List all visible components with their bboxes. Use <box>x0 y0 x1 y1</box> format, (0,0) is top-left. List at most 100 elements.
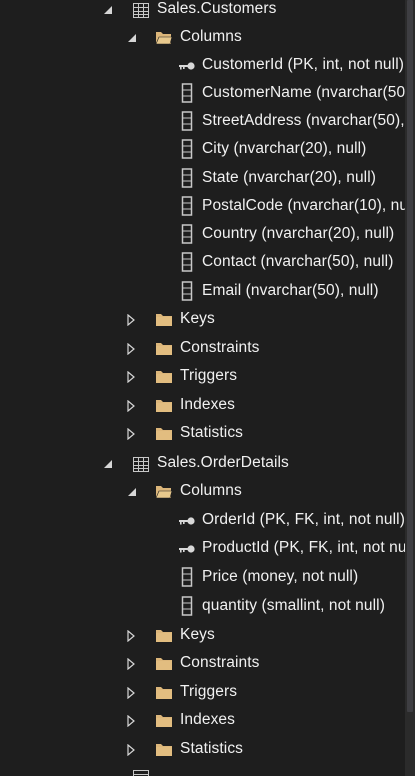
column-icon <box>178 196 196 216</box>
key-icon <box>178 512 196 530</box>
collapsed-arrow-icon[interactable] <box>124 370 138 384</box>
collapsed-arrow-icon[interactable] <box>124 657 138 671</box>
column-label: CustomerName (nvarchar(50), <box>202 84 415 101</box>
folder-icon <box>155 397 173 415</box>
tree-node-constraints[interactable]: Constraints <box>0 335 405 363</box>
collapsed-arrow-icon[interactable] <box>124 714 138 728</box>
expanded-arrow-icon[interactable] <box>125 31 139 45</box>
table-icon <box>132 768 150 776</box>
column-icon <box>178 83 196 103</box>
column-label: CustomerId (PK, int, not null) <box>202 56 404 73</box>
columns-label: Columns <box>180 482 242 499</box>
folder-open-icon <box>155 29 173 47</box>
tree-node-keys[interactable]: Keys <box>0 306 405 334</box>
folder-icon <box>155 425 173 443</box>
folder-icon <box>155 684 173 702</box>
column-icon <box>178 252 196 272</box>
object-explorer-tree: Sales.Customers Columns CustomerId (PK, … <box>0 0 415 776</box>
column-item[interactable]: CustomerName (nvarchar(50), <box>0 80 415 108</box>
key-icon <box>178 57 196 75</box>
column-item[interactable]: PostalCode (nvarchar(10), null) <box>0 193 415 221</box>
folder-label: Keys <box>180 310 215 327</box>
tree-node-columns[interactable]: Columns <box>0 24 405 52</box>
column-label: StreetAddress (nvarchar(50), n <box>202 112 415 129</box>
collapsed-arrow-icon[interactable] <box>124 342 138 356</box>
folder-label: Keys <box>180 626 215 643</box>
column-item[interactable]: StreetAddress (nvarchar(50), n <box>0 108 415 136</box>
folder-label: Triggers <box>180 683 238 700</box>
tree-node-constraints[interactable]: Constraints <box>0 650 405 678</box>
column-item[interactable]: OrderId (PK, FK, int, not null) <box>0 507 405 535</box>
folder-label: Constraints <box>180 339 260 356</box>
column-item[interactable]: ProductId (PK, FK, int, not null) <box>0 535 415 563</box>
table-label: Sales.Customers <box>157 0 277 17</box>
expanded-arrow-icon[interactable] <box>101 457 115 471</box>
column-item[interactable]: Contact (nvarchar(50), null) <box>0 249 405 277</box>
expanded-arrow-icon[interactable] <box>101 3 115 17</box>
collapsed-arrow-icon[interactable] <box>124 399 138 413</box>
column-item[interactable]: City (nvarchar(20), null) <box>0 136 405 164</box>
column-label: City (nvarchar(20), null) <box>202 140 367 157</box>
column-icon <box>178 596 196 616</box>
vertical-scrollbar[interactable] <box>405 0 415 776</box>
tree-node-sales-orderdetails[interactable]: Sales.OrderDetails <box>0 450 405 478</box>
tree-node-keys[interactable]: Keys <box>0 622 405 650</box>
column-label: PostalCode (nvarchar(10), null) <box>202 197 415 214</box>
tree-node-triggers[interactable]: Triggers <box>0 679 405 707</box>
tree-node-statistics[interactable]: Statistics <box>0 420 405 448</box>
table-icon <box>132 455 150 473</box>
column-label: OrderId (PK, FK, int, not null) <box>202 511 405 528</box>
tree-node-columns[interactable]: Columns <box>0 478 405 506</box>
folder-label: Indexes <box>180 711 235 728</box>
column-icon <box>178 168 196 188</box>
column-label: ProductId (PK, FK, int, not null) <box>202 539 415 556</box>
column-label: Email (nvarchar(50), null) <box>202 282 379 299</box>
collapsed-arrow-icon[interactable] <box>124 629 138 643</box>
column-item[interactable]: CustomerId (PK, int, not null) <box>0 52 405 80</box>
folder-label: Constraints <box>180 654 260 671</box>
columns-label: Columns <box>180 28 242 45</box>
folder-icon <box>155 311 173 329</box>
column-icon <box>178 224 196 244</box>
table-label: Sales.OrderDetails <box>157 454 289 471</box>
column-icon <box>178 567 196 587</box>
table-icon <box>132 1 150 19</box>
tree-node-statistics[interactable]: Statistics <box>0 736 405 764</box>
folder-icon <box>155 655 173 673</box>
tree-node-next-table[interactable] <box>0 768 405 776</box>
column-item[interactable]: State (nvarchar(20), null) <box>0 165 405 193</box>
folder-label: Statistics <box>180 424 244 441</box>
folder-open-icon <box>155 483 173 501</box>
folder-icon <box>155 712 173 730</box>
folder-label: Statistics <box>180 740 244 757</box>
column-icon <box>178 111 196 131</box>
column-icon <box>178 281 196 301</box>
column-item[interactable]: Price (money, not null) <box>0 564 405 592</box>
folder-icon <box>155 627 173 645</box>
scrollbar-thumb[interactable] <box>407 0 413 712</box>
folder-icon <box>155 741 173 759</box>
column-label: Contact (nvarchar(50), null) <box>202 253 394 270</box>
folder-label: Indexes <box>180 396 235 413</box>
folder-label: Triggers <box>180 367 238 384</box>
column-label: State (nvarchar(20), null) <box>202 169 377 186</box>
column-item[interactable]: Country (nvarchar(20), null) <box>0 221 405 249</box>
column-label: Price (money, not null) <box>202 568 359 585</box>
column-item[interactable]: quantity (smallint, not null) <box>0 593 405 621</box>
tree-node-sales-customers[interactable]: Sales.Customers <box>0 0 405 24</box>
column-icon <box>178 139 196 159</box>
collapsed-arrow-icon[interactable] <box>124 427 138 441</box>
column-label: quantity (smallint, not null) <box>202 597 385 614</box>
collapsed-arrow-icon[interactable] <box>124 313 138 327</box>
column-label: Country (nvarchar(20), null) <box>202 225 395 242</box>
tree-node-triggers[interactable]: Triggers <box>0 363 405 391</box>
tree-node-indexes[interactable]: Indexes <box>0 707 405 735</box>
tree-node-indexes[interactable]: Indexes <box>0 392 405 420</box>
expanded-arrow-icon[interactable] <box>125 485 139 499</box>
folder-icon <box>155 340 173 358</box>
folder-icon <box>155 368 173 386</box>
collapsed-arrow-icon[interactable] <box>124 743 138 757</box>
key-icon <box>178 540 196 558</box>
column-item[interactable]: Email (nvarchar(50), null) <box>0 278 405 306</box>
collapsed-arrow-icon[interactable] <box>124 686 138 700</box>
